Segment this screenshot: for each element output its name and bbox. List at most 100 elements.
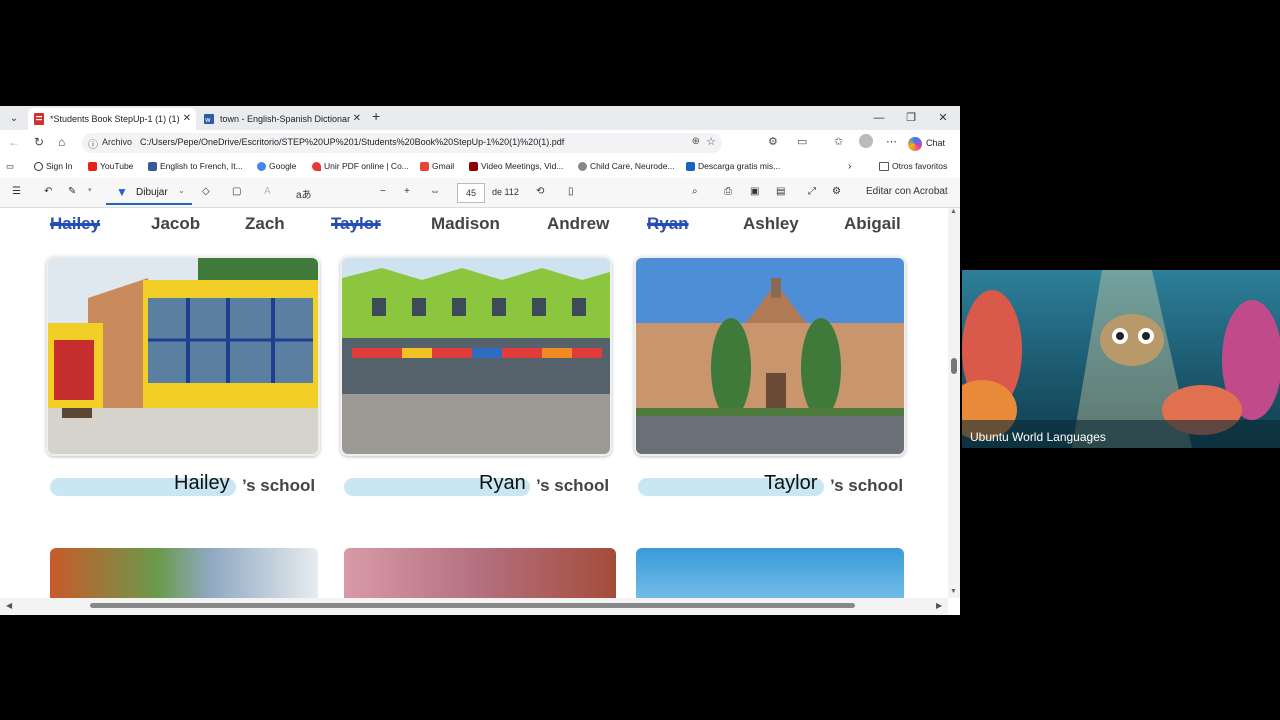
fullscreen-icon[interactable]: ⤢ [808,186,816,197]
pdf-toolbar: ☰ ↶ ✎ ▾ ▼ Dibujar ⌄ ◇ ▢ A aあ − + ⇔ 45 de… [0,178,960,208]
tab-title: *Students Book StepUp-1 (1) (1).p [50,114,180,124]
bookmark-label: Unir PDF online | Co... [324,161,409,171]
avatar[interactable] [859,134,873,148]
address-bar[interactable]: ⓘ Archivo C:/Users/Pepe/OneDrive/Escrito… [82,133,722,153]
scroll-up-icon[interactable]: ▲ [950,208,957,215]
bookmarks-overflow-icon[interactable]: › [848,161,851,172]
print-icon[interactable]: ⎙ [724,186,732,197]
bookmark-youtube[interactable]: YouTube [88,161,133,172]
bookmark-english-french[interactable]: English to French, It... [148,161,243,172]
close-tab-icon[interactable]: ✕ [353,108,361,130]
tab-list-chevron-icon[interactable]: ⌄ [6,111,22,127]
search-icon[interactable]: ⌕ [692,186,698,197]
word-bank-name: Abigail [844,214,901,233]
text-box-icon[interactable]: ▢ [232,186,241,197]
bookmark-sign-in[interactable]: Sign In [34,161,72,172]
answer-name: Ryan [479,472,526,494]
text-format-icon[interactable]: A [264,186,271,197]
tab-pdf[interactable]: *Students Book StepUp-1 (1) (1).p ✕ [28,108,196,130]
scroll-left-icon[interactable]: ◀ [6,601,12,610]
minimize-icon[interactable]: — [864,106,894,130]
home-icon[interactable]: ⌂ [58,135,65,149]
gmail-icon [420,162,429,172]
edit-with-acrobat[interactable]: Editar con Acrobat [866,186,948,197]
school-photo-3 [634,256,906,456]
word-bank-name: Andrew [547,214,610,233]
zoom-in-icon[interactable]: + [404,186,410,197]
tab-bar: ⌄ *Students Book StepUp-1 (1) (1).p ✕ w … [0,106,960,130]
page-view-icon[interactable]: ▯ [568,186,574,197]
bookmark-google[interactable]: Google [257,161,297,172]
copilot-icon [908,136,922,151]
draw-label: Dibujar [136,187,168,198]
house-photo-5 [344,548,616,598]
bookmark-label: English to French, It... [160,161,243,171]
browser-window: ⌄ *Students Book StepUp-1 (1) (1).p ✕ w … [0,106,960,615]
word-bank-name: Jacob [151,214,201,233]
address-url[interactable]: C:/Users/Pepe/OneDrive/Escritorio/STEP%2… [140,137,564,147]
bookmark-label: Google [269,161,297,171]
pdf-icon [34,113,44,125]
word-bank-name: Madison [431,214,500,233]
favorites-icon[interactable]: ✩ [834,135,843,148]
vertical-scrollbar[interactable]: ▲ ▼ [948,208,960,598]
google-icon [257,162,266,172]
chat-button[interactable]: Chat [908,133,945,153]
zoom-icon[interactable]: ⊕ [692,136,700,147]
word-bank-name: Taylor [331,214,381,233]
bookmark-gmail[interactable]: Gmail [420,161,454,172]
zoom-out-icon[interactable]: − [380,186,386,197]
info-icon[interactable]: ⓘ [88,136,98,151]
other-favorites[interactable]: Otros favoritos [879,161,947,172]
page-number-input[interactable]: 45 [457,183,485,203]
bookmark-label: Video Meetings, Vid... [481,161,564,171]
scroll-thumb[interactable] [90,603,855,608]
extensions-icon[interactable]: ⚙ [768,135,778,148]
site-icon [686,162,695,172]
participant-name: Ubuntu World Languages [970,430,1106,444]
draw-dropdown-icon[interactable]: ⌄ [178,186,185,195]
more-menu-icon[interactable]: ⋯ [886,135,897,148]
save-icon[interactable]: ▣ [750,186,759,197]
horizontal-scrollbar[interactable]: ◀ ▶ [0,598,948,615]
pen-icon: ▼ [116,185,128,199]
read-aloud-button[interactable]: aあ [296,186,312,201]
scroll-down-icon[interactable]: ▼ [950,588,957,595]
highlight-icon[interactable]: ✎ [68,186,76,197]
bookmark-child-care[interactable]: Child Care, Neurode... [578,161,675,172]
scroll-thumb[interactable] [951,358,957,374]
eraser-icon[interactable]: ◇ [202,186,210,197]
school-photo-2 [340,256,612,456]
bookmark-unir-pdf[interactable]: Unir PDF online | Co... [312,161,409,172]
save-as-icon[interactable]: ▤ [776,186,785,197]
new-tab-icon[interactable]: + [372,108,380,124]
restore-icon[interactable]: ❐ [896,106,926,130]
undo-icon[interactable]: ↶ [44,186,52,197]
bookmark-descarga[interactable]: Descarga gratis mis... [686,161,780,172]
svg-text:w: w [205,116,211,124]
bookmark-video-meetings[interactable]: Video Meetings, Vid... [469,161,564,172]
close-tab-icon[interactable]: ✕ [183,108,191,130]
answer-row-3: Taylor ’s school [638,470,904,500]
tab-dictionary[interactable]: w town - English-Spanish Dictionar ✕ [198,108,366,130]
youtube-icon [88,162,97,172]
scroll-right-icon[interactable]: ▶ [936,601,942,610]
house-photo-4 [50,548,318,598]
favorite-star-icon[interactable]: ☆ [706,135,716,148]
folder-icon [879,162,889,172]
reading-list-icon[interactable]: ▭ [6,161,14,172]
close-window-icon[interactable]: ✕ [928,106,958,130]
fit-width-icon[interactable]: ⇔ [430,186,440,197]
chat-label: Chat [926,138,946,148]
contents-icon[interactable]: ☰ [12,186,21,197]
answer-row-1: Hailey ’s school [50,470,316,500]
pdf-page: Hailey Jacob Zach Taylor Madison Andrew … [0,208,948,598]
highlight-dropdown-icon[interactable]: ▾ [88,186,92,194]
rotate-icon[interactable]: ⟲ [536,186,544,197]
cast-icon[interactable]: ▭ [797,135,807,148]
refresh-icon[interactable]: ↻ [34,135,44,149]
draw-button[interactable]: ▼ Dibujar ⌄ [106,182,192,205]
settings-gear-icon[interactable]: ⚙ [832,186,841,197]
school-photo-1 [46,256,320,456]
back-icon[interactable]: ← [8,135,20,149]
